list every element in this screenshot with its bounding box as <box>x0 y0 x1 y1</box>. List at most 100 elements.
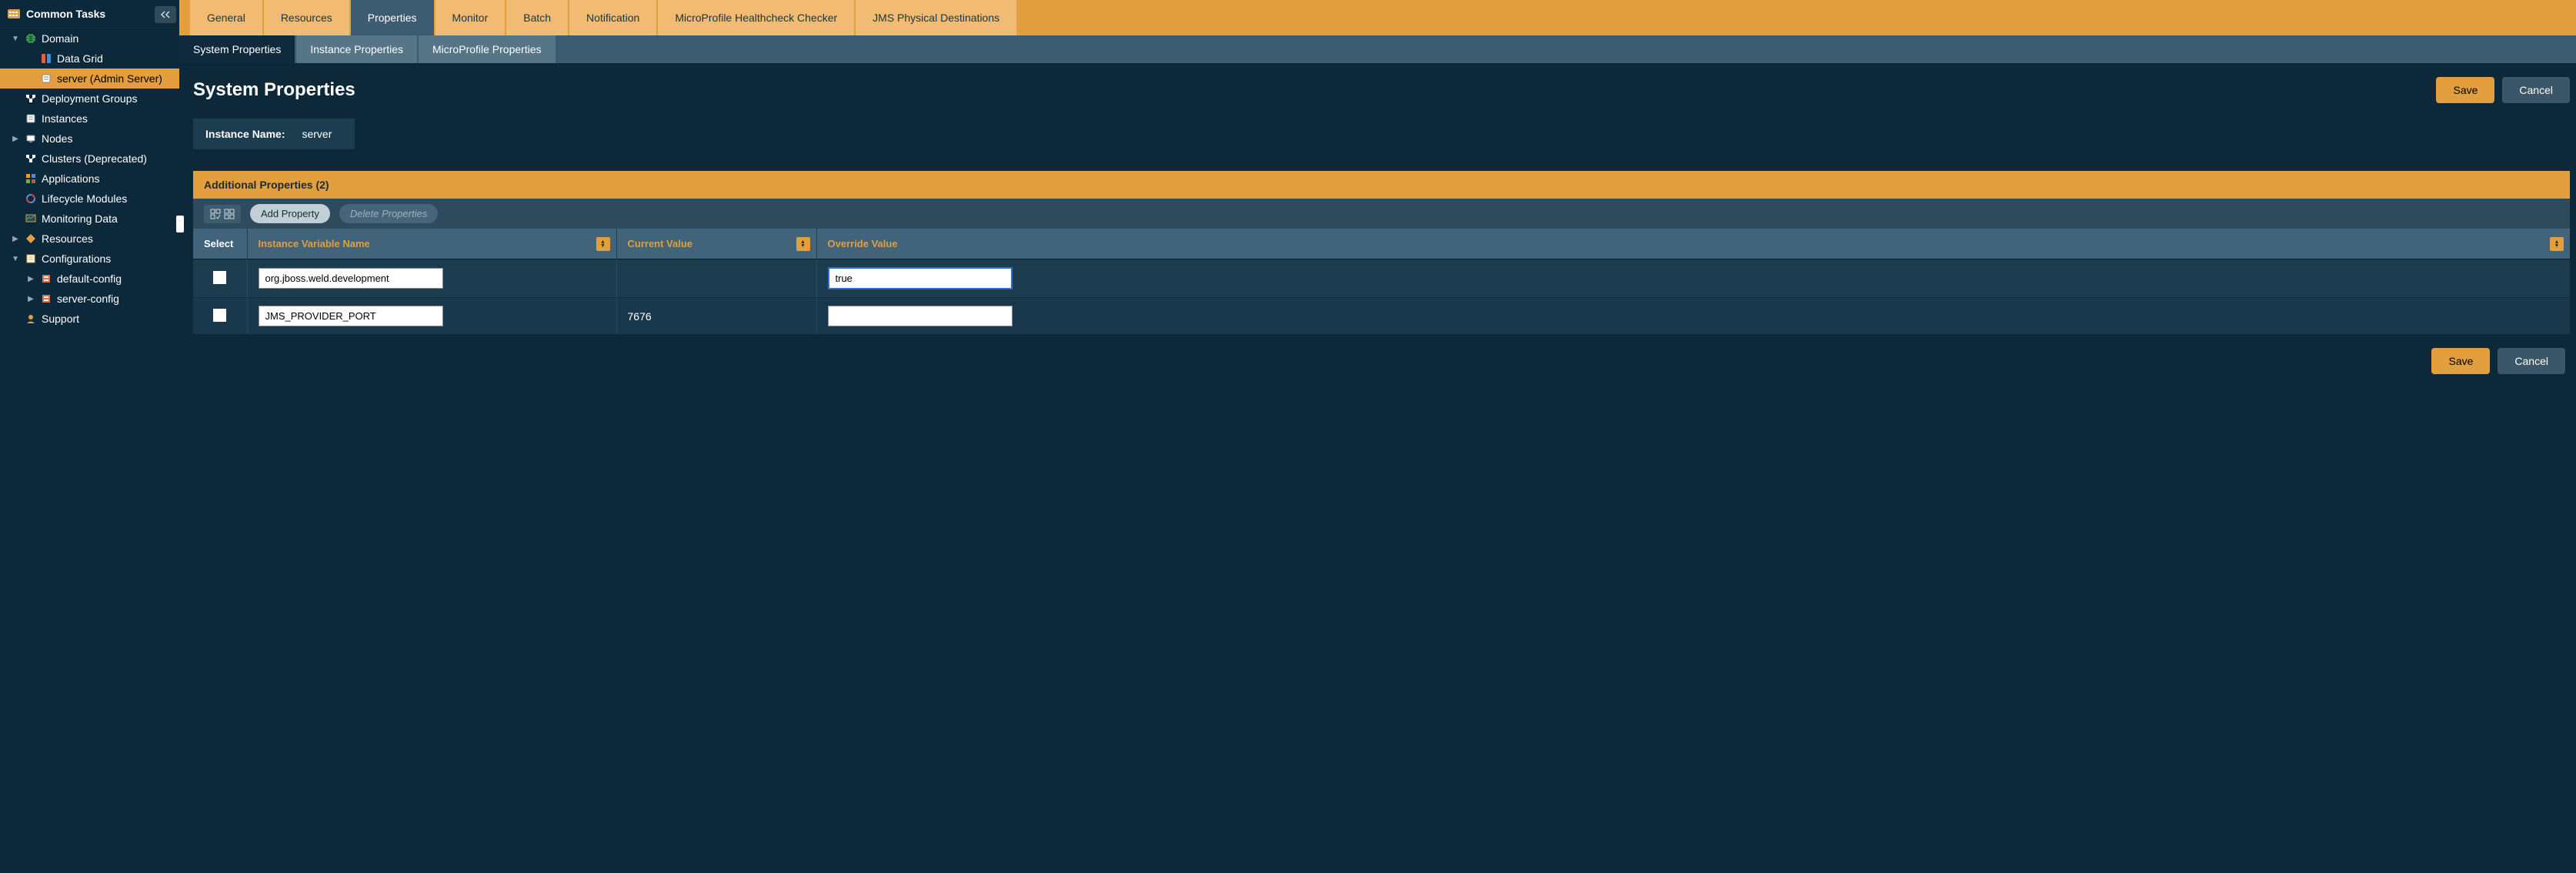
monitoring-icon <box>25 212 37 225</box>
table-row <box>193 259 2570 298</box>
tree-item-deployment-groups[interactable]: Deployment Groups <box>0 89 179 109</box>
common-tasks-icon <box>8 8 20 20</box>
instance-info: Instance Name: server <box>193 119 355 149</box>
cancel-button-bottom[interactable]: Cancel <box>2498 348 2565 374</box>
tree-item-data-grid[interactable]: Data Grid <box>0 48 179 69</box>
delete-properties-button[interactable]: Delete Properties <box>339 204 438 223</box>
tree-item-label: Applications <box>42 172 100 185</box>
table-title: Additional Properties (2) <box>193 171 2570 199</box>
tree-item-default-config[interactable]: ▶ default-config <box>0 269 179 289</box>
tree-item-resources[interactable]: ▶ Resources <box>0 229 179 249</box>
tree-item-label: Lifecycle Modules <box>42 192 127 205</box>
sidebar-collapse-button[interactable] <box>155 6 176 23</box>
add-property-button[interactable]: Add Property <box>250 204 330 223</box>
tree-item-label: Support <box>42 313 79 325</box>
applications-icon <box>25 172 37 185</box>
expander-icon[interactable]: ▼ <box>11 255 20 263</box>
properties-table: Select Instance Variable Name ▲▼ Current… <box>193 229 2570 334</box>
tree-item-instances[interactable]: Instances <box>0 109 179 129</box>
sort-icon[interactable]: ▲▼ <box>596 237 610 251</box>
current-value-cell: 7676 <box>616 298 816 335</box>
current-value-cell <box>616 259 816 298</box>
override-value-input[interactable] <box>828 267 1013 289</box>
tab-monitor[interactable]: Monitor <box>435 0 506 35</box>
table-toolbar: Add Property Delete Properties <box>193 199 2570 229</box>
expander-icon[interactable]: ▶ <box>11 235 20 243</box>
collapse-icon <box>160 11 171 18</box>
resources-icon <box>25 232 37 245</box>
sidebar: Common Tasks ▼Domain Data Grid server (Adm… <box>0 0 179 873</box>
tree-item-lifecycle-modules[interactable]: Lifecycle Modules <box>0 189 179 209</box>
tree-item-label: server (Admin Server) <box>57 72 162 85</box>
config-icon <box>40 273 52 285</box>
save-button[interactable]: Save <box>2436 77 2494 103</box>
col-header-select[interactable]: Select <box>193 229 247 259</box>
expander-icon[interactable]: ▶ <box>11 135 20 143</box>
instances-icon <box>25 112 37 125</box>
variable-name-input[interactable] <box>259 306 443 326</box>
tree-item-configurations[interactable]: ▼ Configurations <box>0 249 179 269</box>
configurations-icon <box>25 253 37 265</box>
lifecycle-icon <box>25 192 37 205</box>
tab-microprofile-healthcheck-checker[interactable]: MicroProfile Healthcheck Checker <box>658 0 854 35</box>
subtab-system-properties[interactable]: System Properties <box>179 35 295 63</box>
subtab-instance-properties[interactable]: Instance Properties <box>296 35 417 63</box>
expander-icon[interactable]: ▶ <box>26 275 35 283</box>
tab-resources[interactable]: Resources <box>264 0 349 35</box>
tab-batch[interactable]: Batch <box>506 0 568 35</box>
tree-item-label: Nodes <box>42 132 72 145</box>
tab-jms-physical-destinations[interactable]: JMS Physical Destinations <box>856 0 1016 35</box>
properties-table-wrap: Additional Properties (2) Add Property D… <box>193 171 2570 334</box>
expander-icon[interactable]: ▼ <box>11 35 20 43</box>
sidebar-resize-handle[interactable] <box>176 216 184 232</box>
sort-icon[interactable]: ▲▼ <box>796 237 810 251</box>
override-value-input[interactable] <box>828 306 1013 326</box>
tree-item-label: Deployment Groups <box>42 92 138 105</box>
tree-item-label: default-config <box>57 273 122 285</box>
sidebar-header-label[interactable]: Common Tasks <box>26 8 105 20</box>
select-all-icon[interactable] <box>209 207 222 221</box>
tree-item-server-admin-server-[interactable]: server (Admin Server) <box>0 69 179 89</box>
tree-item-server-config[interactable]: ▶ server-config <box>0 289 179 309</box>
server-icon <box>40 72 52 85</box>
tree-item-applications[interactable]: Applications <box>0 169 179 189</box>
sub-tab-bar: System PropertiesInstance PropertiesMicr… <box>179 35 2576 63</box>
instance-name-label: Instance Name: <box>205 128 285 140</box>
col-header-name[interactable]: Instance Variable Name ▲▼ <box>247 229 616 259</box>
variable-name-input[interactable] <box>259 268 443 289</box>
tree-item-label: Clusters (Deprecated) <box>42 152 147 165</box>
content: System Properties Save Cancel Instance N… <box>179 63 2576 873</box>
globe-icon <box>25 32 37 45</box>
datagrid-icon <box>40 52 52 65</box>
tree-item-label: Data Grid <box>57 52 103 65</box>
deselect-all-icon[interactable] <box>222 207 236 221</box>
row-checkbox[interactable] <box>213 271 226 284</box>
clusters-icon <box>25 152 37 165</box>
row-checkbox[interactable] <box>213 309 226 322</box>
tree-item-domain[interactable]: ▼Domain <box>0 28 179 48</box>
tree-item-clusters-deprecated-[interactable]: Clusters (Deprecated) <box>0 149 179 169</box>
expander-icon[interactable]: ▶ <box>26 295 35 303</box>
tree-item-label: Configurations <box>42 253 111 265</box>
save-button-bottom[interactable]: Save <box>2431 348 2490 374</box>
tree-item-label: server-config <box>57 293 119 305</box>
tab-general[interactable]: General <box>190 0 262 35</box>
tree-item-label: Monitoring Data <box>42 212 118 225</box>
tree-item-label: Resources <box>42 232 93 245</box>
cancel-button[interactable]: Cancel <box>2502 77 2570 103</box>
support-icon <box>25 313 37 325</box>
col-header-current[interactable]: Current Value ▲▼ <box>616 229 816 259</box>
col-header-override[interactable]: Override Value ▲▼ <box>816 229 2570 259</box>
config-icon <box>40 293 52 305</box>
nav-tree: ▼Domain Data Grid server (Admin Server) Dep… <box>0 28 179 329</box>
tab-properties[interactable]: Properties <box>351 0 434 35</box>
main: GeneralResourcesPropertiesMonitorBatchNo… <box>179 0 2576 873</box>
tree-item-monitoring-data[interactable]: Monitoring Data <box>0 209 179 229</box>
tab-notification[interactable]: Notification <box>569 0 656 35</box>
subtab-microprofile-properties[interactable]: MicroProfile Properties <box>419 35 556 63</box>
col-header-name-label: Instance Variable Name <box>259 238 370 249</box>
tree-item-support[interactable]: Support <box>0 309 179 329</box>
instance-name-value: server <box>302 128 332 140</box>
tree-item-nodes[interactable]: ▶ Nodes <box>0 129 179 149</box>
sort-icon[interactable]: ▲▼ <box>2550 237 2564 251</box>
